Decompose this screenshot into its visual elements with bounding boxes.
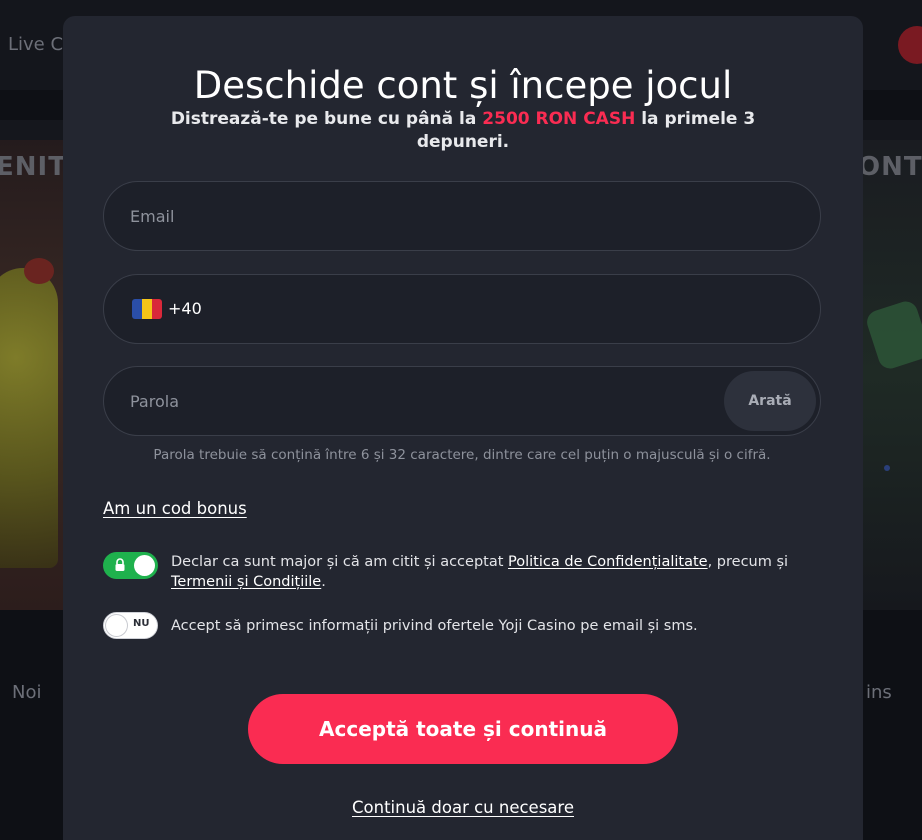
- nav-link-live-casino[interactable]: Live C: [8, 34, 63, 55]
- marketing-consent-toggle[interactable]: NU: [103, 612, 158, 639]
- romania-flag-icon[interactable]: [132, 299, 162, 319]
- lock-icon: [115, 558, 125, 571]
- password-hint: Parola trebuie să conțină între 6 și 32 …: [153, 447, 771, 463]
- accept-all-continue-button[interactable]: Acceptă toate și continuă: [248, 694, 678, 764]
- phone-field[interactable]: +40: [103, 274, 821, 344]
- password-input[interactable]: [130, 367, 690, 435]
- mascot-horn-illustration: [24, 258, 54, 284]
- consent-text-middle: , precum și: [707, 554, 789, 570]
- banner-heading-left: ENIT: [0, 152, 67, 182]
- consent-text-after: .: [321, 574, 326, 590]
- age-consent-toggle[interactable]: [103, 552, 158, 579]
- password-field[interactable]: Arată: [103, 366, 821, 436]
- email-field[interactable]: [103, 181, 821, 251]
- toggle-knob: [106, 615, 127, 636]
- toggle-knob: [134, 555, 155, 576]
- consent-text-before: Declar ca sunt major și că am citit și a…: [171, 554, 509, 570]
- decorative-dot: [884, 465, 890, 471]
- banner-heading-right: ONT: [858, 152, 922, 182]
- bonus-code-link[interactable]: Am un cod bonus: [103, 499, 247, 518]
- registration-modal: Deschide cont și începe jocul Distrează-…: [63, 16, 863, 840]
- phone-input[interactable]: [210, 275, 770, 343]
- necessary-only-container: Continuă doar cu necesare: [63, 798, 863, 817]
- category-label-left[interactable]: Noi: [12, 682, 41, 703]
- phone-country-code: +40: [168, 299, 202, 318]
- promo-banner-right: [863, 140, 922, 610]
- modal-subtitle: Distrează-te pe bune cu până la 2500 RON…: [143, 108, 783, 154]
- privacy-policy-link[interactable]: Politica de Confidențialitate: [508, 554, 708, 570]
- marketing-consent-text: Accept să primesc informații privind ofe…: [171, 618, 698, 634]
- category-label-right[interactable]: ins: [866, 682, 892, 703]
- age-consent-text: Declar ca sunt major și că am citit și a…: [171, 552, 821, 592]
- bonus-amount-highlight: 2500 RON CASH: [482, 109, 636, 129]
- toggle-off-label: NU: [133, 618, 150, 629]
- terms-link[interactable]: Termenii și Condițiile: [171, 574, 321, 590]
- modal-title: Deschide cont și începe jocul: [193, 64, 733, 107]
- show-password-button[interactable]: Arată: [724, 371, 816, 431]
- continue-necessary-only-link[interactable]: Continuă doar cu necesare: [352, 798, 574, 817]
- mascot-illustration: [0, 268, 58, 568]
- user-avatar-icon[interactable]: [898, 26, 922, 64]
- subtitle-text-before: Distrează-te pe bune cu până la: [170, 109, 483, 129]
- email-input[interactable]: [130, 182, 690, 250]
